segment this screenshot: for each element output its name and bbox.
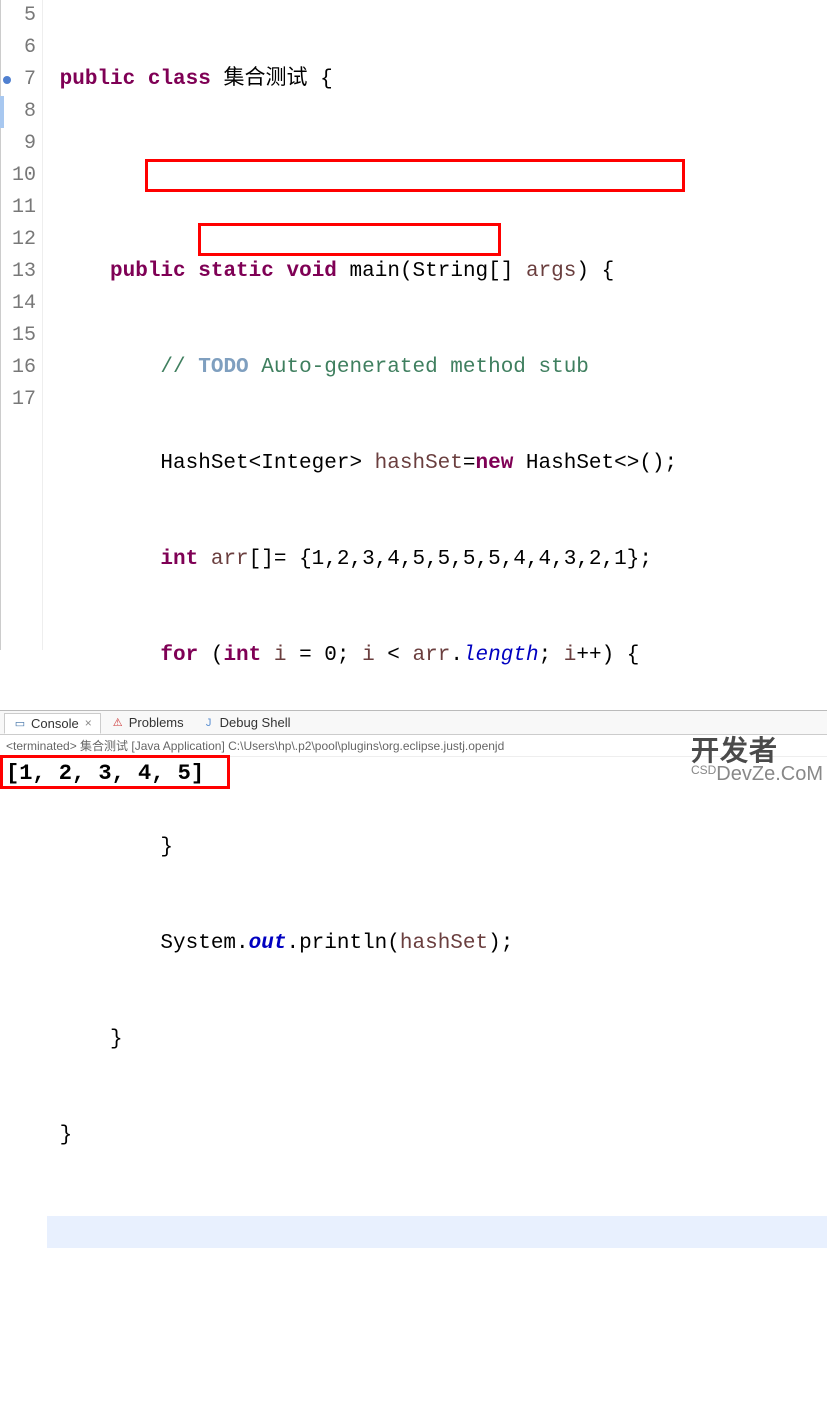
problems-icon: ⚠	[111, 716, 125, 730]
code-line[interactable]: }	[47, 832, 827, 864]
code-line[interactable]: public static void main(String[] args) {	[47, 256, 827, 288]
line-number: 9	[1, 128, 36, 160]
code-line[interactable]: public class 集合测试 {	[47, 64, 827, 96]
code-line[interactable]	[47, 160, 827, 192]
line-number: 14	[1, 288, 36, 320]
code-line[interactable]: for (int i = 0; i < arr.length; i++) {	[47, 640, 827, 672]
console-output[interactable]: [1, 2, 3, 4, 5]	[0, 757, 827, 790]
console-header: <terminated> 集合测试 [Java Application] C:\…	[0, 735, 827, 757]
code-line[interactable]	[47, 1216, 827, 1248]
output-text: [1, 2, 3, 4, 5]	[6, 761, 204, 786]
code-line[interactable]: int arr[]= {1,2,3,4,5,5,5,5,4,4,3,2,1};	[47, 544, 827, 576]
line-number: 16	[1, 352, 36, 384]
code-editor[interactable]: 5 6 7 8 9 10 11 12 13 14 15 16 17 public…	[0, 0, 827, 650]
tab-console[interactable]: ▭ Console ×	[4, 713, 101, 734]
debug-shell-icon: J	[202, 716, 216, 730]
code-line[interactable]: }	[47, 1120, 827, 1152]
breakpoint-icon[interactable]	[3, 76, 11, 84]
line-number: 17	[1, 384, 36, 416]
line-number: 5	[1, 0, 36, 32]
line-number: 12	[1, 224, 36, 256]
console-icon: ▭	[13, 716, 27, 730]
line-number: 11	[1, 192, 36, 224]
line-number: 6	[1, 32, 36, 64]
code-line[interactable]: }	[47, 1024, 827, 1056]
highlight-box	[198, 223, 501, 256]
tab-debug-shell[interactable]: J Debug Shell	[194, 713, 299, 732]
tab-label: Debug Shell	[220, 715, 291, 730]
code-line[interactable]: // TODO Auto-generated method stub	[47, 352, 827, 384]
line-gutter: 5 6 7 8 9 10 11 12 13 14 15 16 17	[1, 0, 43, 650]
tab-label: Problems	[129, 715, 184, 730]
code-line[interactable]: System.out.println(hashSet);	[47, 928, 827, 960]
line-number: 7	[1, 64, 36, 96]
line-number: 13	[1, 256, 36, 288]
code-area[interactable]: public class 集合测试 { public static void m…	[43, 0, 827, 650]
change-marker-icon	[0, 96, 4, 128]
line-number: 8	[1, 96, 36, 128]
line-number: 10	[1, 160, 36, 192]
close-icon[interactable]: ×	[85, 716, 92, 730]
bottom-panel: ▭ Console × ⚠ Problems J Debug Shell <te…	[0, 710, 827, 790]
line-number: 15	[1, 320, 36, 352]
code-line[interactable]: HashSet<Integer> hashSet=new HashSet<>()…	[47, 448, 827, 480]
tab-label: Console	[31, 716, 79, 731]
bottom-tabs: ▭ Console × ⚠ Problems J Debug Shell	[0, 711, 827, 735]
tab-problems[interactable]: ⚠ Problems	[103, 713, 192, 732]
